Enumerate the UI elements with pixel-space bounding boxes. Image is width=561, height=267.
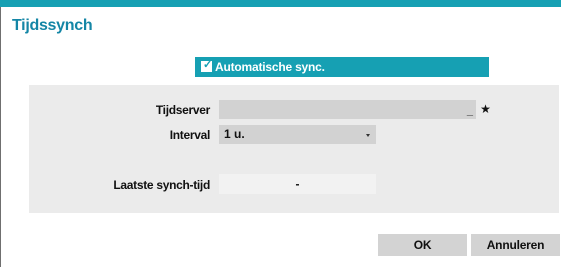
- time-server-label: Tijdserver: [155, 103, 210, 117]
- dialog-top-bar: [0, 0, 561, 7]
- time-server-cursor: _: [466, 105, 473, 117]
- checkmark-icon: ✓: [203, 59, 213, 71]
- last-sync-value: -: [219, 174, 376, 194]
- time-server-input[interactable]: _: [219, 100, 476, 119]
- time-sync-dialog: Tijdssynch ✓ Automatische sync. Tijdserve…: [0, 0, 561, 267]
- dropdown-arrow-icon: [366, 134, 370, 137]
- cancel-button[interactable]: Annuleren: [471, 234, 560, 256]
- auto-sync-checkbox[interactable]: ✓: [201, 59, 213, 72]
- ok-button[interactable]: OK: [378, 234, 467, 256]
- last-sync-label: Laatste synch-tijd: [113, 178, 210, 192]
- dialog-title: Tijdssynch: [12, 17, 93, 34]
- interval-select[interactable]: 1 u.: [219, 125, 376, 144]
- dialog-left-border: [0, 7, 1, 267]
- interval-label: Interval: [169, 128, 211, 142]
- interval-value: 1 u.: [224, 127, 245, 141]
- auto-sync-label: Automatische sync.: [215, 60, 325, 74]
- star-icon[interactable]: ★: [478, 100, 493, 119]
- auto-sync-toggle[interactable]: ✓ Automatische sync.: [195, 57, 489, 77]
